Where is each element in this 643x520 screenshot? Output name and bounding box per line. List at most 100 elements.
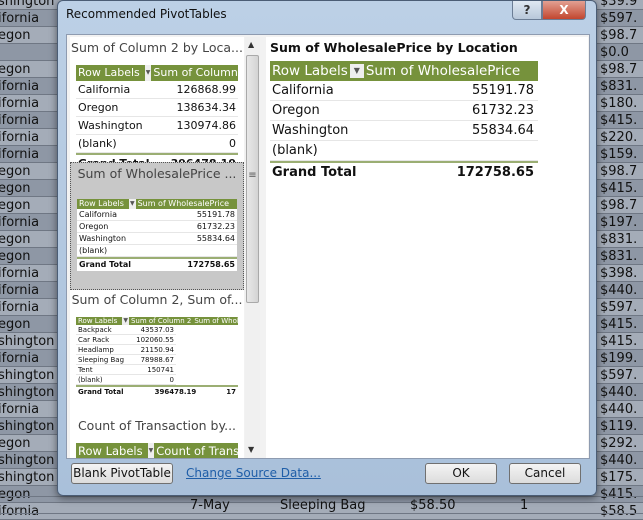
sheet-cell-amount: $98.7 <box>600 28 638 43</box>
mini-row: Tent 150741 <box>76 365 176 375</box>
mini-total: Grand Total 172758.65 <box>77 257 237 271</box>
close-button[interactable]: X <box>542 1 586 20</box>
sheet-cell: $58.50 <box>410 498 456 513</box>
sheet-cell-location: ifornia <box>0 402 40 417</box>
scroll-down-icon[interactable]: ▼ <box>248 445 254 454</box>
mini-cell: 0 <box>169 376 174 384</box>
mini-cell: 138634.34 <box>176 101 237 114</box>
row-label: (blank) <box>272 143 318 158</box>
sheet-cell-amount: $597. <box>600 300 638 315</box>
preview-table: Row Labels ▼ Sum of WholesalePrice Calif… <box>270 61 538 183</box>
mini-row: Headlamp 21150.94 <box>76 345 176 355</box>
mini-pivot-table: Row Labels ▼ Sum of WholesalePrice Californ… <box>77 199 237 271</box>
mini-row: (blank) 0 <box>76 375 176 385</box>
sheet-cell-amount: $831. <box>600 232 638 247</box>
mini-cell: California <box>79 210 117 219</box>
mini-row: Oregon 61732.23 <box>77 221 237 233</box>
sheet-cell-amount: $199. <box>600 351 638 366</box>
mini-total-cell: Grand Total <box>79 260 131 269</box>
scroll-up-icon[interactable]: ▲ <box>248 40 254 49</box>
sheet-cell-location: ifornia <box>0 113 40 128</box>
sheet-cell-location: shington <box>0 385 55 400</box>
mini-cell: Headlamp <box>78 346 114 354</box>
help-button[interactable]: ? <box>512 1 542 20</box>
recommended-pivottables-dialog: Recommended PivotTables ? X Sum of Colum… <box>57 0 597 496</box>
header-row-labels: Row Labels <box>272 63 348 79</box>
filter-dropdown-icon[interactable]: ▼ <box>349 64 364 78</box>
mini-cell: (blank) <box>78 376 103 384</box>
sheet-cell-location: ifornia <box>0 283 40 298</box>
sheet-cell-location: ifornia <box>0 96 40 111</box>
mini-cell: Tent <box>78 366 93 374</box>
preview-row: Oregon 61732.23 <box>270 101 538 121</box>
mini-total: Grand Total 396478.19 17 <box>76 385 238 397</box>
mini-row: Backpack 43537.03 <box>76 325 176 335</box>
blank-pivottable-button[interactable]: Blank PivotTable <box>71 463 173 484</box>
mini-row: Washington 130974.86 <box>76 117 238 135</box>
sheet-cell-location: egon <box>0 317 31 332</box>
sheet-cell-amount: $440. <box>600 385 638 400</box>
sheet-cell-amount: $39.9 <box>600 0 638 9</box>
sheet-cell-location: shington <box>0 334 55 349</box>
sheet-cell-location: egon <box>0 249 31 264</box>
sheet-cell: Sleeping Bag <box>280 498 366 513</box>
mini-cell: Backpack <box>78 326 112 334</box>
mini-cell: Oregon <box>78 101 119 114</box>
ok-button[interactable]: OK <box>425 463 497 484</box>
scroll-thumb[interactable]: ≡ <box>246 55 259 303</box>
mini-cell: 130974.86 <box>176 119 237 132</box>
mini-cell: 78988.67 <box>140 356 174 364</box>
row-value: 55834.64 <box>471 123 534 138</box>
cancel-button[interactable]: Cancel <box>509 463 581 484</box>
sheet-cell-amount: $440. <box>600 453 638 468</box>
preview-title: Sum of WholesalePrice by Location <box>270 40 518 55</box>
mini-row: Washington 55834.64 <box>77 233 237 245</box>
sheet-cell-amount: $415. <box>600 181 638 196</box>
mini-cell: Car Rack <box>78 336 110 344</box>
mini-row: California 55191.78 <box>77 209 237 221</box>
sheet-cell-location: shington <box>0 419 55 434</box>
mini-total-cell: 396478.19 <box>154 388 197 396</box>
header-cell: Row Labels <box>79 199 124 208</box>
mini-cell: 0 <box>229 137 236 150</box>
header-cell: Row Labels <box>78 66 140 79</box>
sheet-cell-amount: $597. <box>600 368 638 383</box>
mini-total-cell: 172758.65 <box>187 260 235 269</box>
sheet-cell-amount: $440. <box>600 402 638 417</box>
row-value: 55191.78 <box>471 83 534 98</box>
mini-cell: 150741 <box>147 366 174 374</box>
sheet-cell-location: ifornia <box>0 215 40 230</box>
mini-row: California 126868.99 <box>76 81 238 99</box>
recommendation-card[interactable]: Sum of WholesalePrice ... Row Labels ▼ Sum … <box>70 162 244 290</box>
mini-cell: 21150.94 <box>140 346 174 354</box>
sheet-cell-amount: $98.7 <box>600 164 638 179</box>
total-value: 172758.65 <box>456 165 534 180</box>
mini-header: Row Labels ▼Sum of Column 2 <box>76 65 238 81</box>
sheet-cell-amount: $292. <box>600 436 638 451</box>
header-cell: Sum of WholesalePrice <box>137 199 230 208</box>
recommendation-card[interactable]: Sum of Column 2, Sum of... Row Labels ▼ Sum… <box>70 289 244 397</box>
change-source-data-link[interactable]: Change Source Data... <box>186 466 321 480</box>
header-cell: Row Labels <box>78 444 143 458</box>
pivot-preview: Sum of WholesalePrice by Location Row La… <box>266 37 588 458</box>
card-title: Sum of WholesalePrice ... <box>77 166 237 181</box>
list-scrollbar[interactable]: ▲ ≡ ▼ <box>245 37 260 458</box>
header-cell: Sum of Column 2 <box>153 66 238 79</box>
recommendation-card[interactable]: Sum of Column 2 by Loca... Row Labels ▼ Sum… <box>70 37 244 173</box>
sheet-cell-amount: $159. <box>600 147 638 162</box>
preview-header: Row Labels ▼ Sum of WholesalePrice <box>270 61 538 81</box>
card-title: Count of Transaction by... <box>77 418 237 433</box>
mini-total-cell: 17 <box>226 388 236 396</box>
sheet-cell-location: shington <box>0 453 55 468</box>
recommendation-card[interactable]: Count of Transaction by... Row Labels ▼ Cou… <box>70 415 244 458</box>
mini-cell: (blank) <box>78 137 117 150</box>
sheet-cell-location: ifornia <box>0 351 40 366</box>
mini-cell: 43537.03 <box>140 326 174 334</box>
sheet-cell-amount: $180. <box>600 96 638 111</box>
mini-header: Row Labels ▼ Sum of WholesalePrice <box>77 199 237 209</box>
sheet-cell-amount: $98.7 <box>600 198 638 213</box>
sheet-cell: 7-May <box>190 498 230 513</box>
sheet-cell-location: egon <box>0 198 31 213</box>
total-label: Grand Total <box>272 165 357 180</box>
recommendation-list[interactable]: Sum of Column 2 by Loca... Row Labels ▼ Sum… <box>70 37 244 458</box>
